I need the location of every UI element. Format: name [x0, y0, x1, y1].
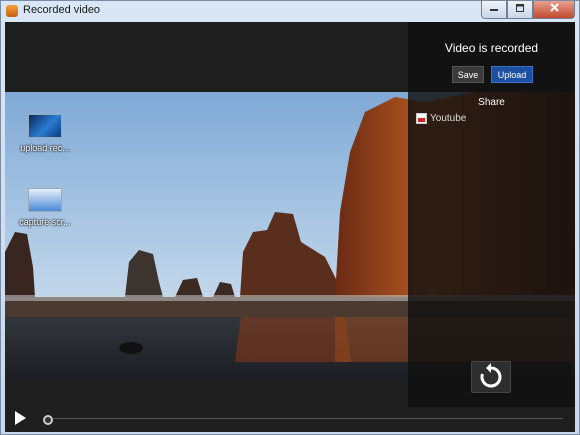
share-heading: Share: [478, 97, 505, 108]
export-panel: Video is recorded Save Upload Share Yout…: [408, 22, 575, 407]
desktop-icon-label: upload rec...: [20, 143, 70, 153]
replay-button[interactable]: [471, 361, 511, 393]
save-button[interactable]: Save: [452, 66, 484, 83]
minimize-button[interactable]: [481, 1, 507, 19]
title-bar[interactable]: Recorded video: [1, 1, 579, 21]
window-controls: [481, 1, 575, 19]
replay-icon: [480, 363, 502, 388]
share-item-youtube[interactable]: Youtube: [416, 113, 466, 124]
desktop-icon-capture[interactable]: capture scr...: [15, 188, 75, 227]
close-icon: [549, 3, 559, 12]
desktop-icon-label: capture scr...: [19, 217, 71, 227]
upload-button[interactable]: Upload: [491, 66, 533, 83]
window-app-icon: [28, 188, 62, 212]
minimize-icon: [490, 9, 498, 11]
player-area: upload rec... capture scr... Video is re…: [5, 22, 575, 432]
play-button[interactable]: [15, 411, 26, 425]
window-title: Recorded video: [23, 4, 101, 16]
maximize-button[interactable]: [507, 1, 533, 19]
app-icon: [6, 5, 18, 17]
desktop-icon-upload[interactable]: upload rec...: [15, 114, 75, 153]
close-button[interactable]: [533, 1, 575, 19]
video-file-icon: [28, 114, 62, 138]
seek-bar[interactable]: [53, 418, 563, 419]
seek-handle[interactable]: [43, 415, 53, 425]
app-window: Recorded video upload rec... capture scr…: [0, 0, 580, 435]
maximize-icon: [516, 4, 524, 12]
youtube-icon: [416, 113, 427, 124]
panel-title: Video is recorded: [444, 41, 539, 55]
share-item-label: Youtube: [430, 113, 467, 124]
